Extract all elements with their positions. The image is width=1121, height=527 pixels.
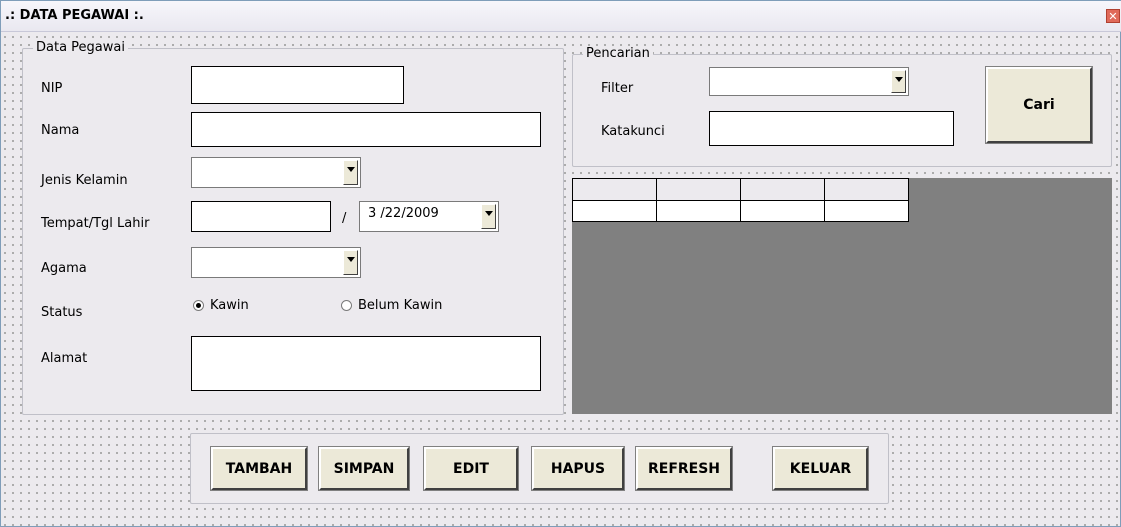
tanggal-lahir-picker[interactable]: 3 /22/2009 bbox=[359, 201, 499, 232]
grid-header-cell[interactable] bbox=[656, 178, 741, 201]
status-belum-kawin-label: Belum Kawin bbox=[358, 298, 443, 313]
alamat-label: Alamat bbox=[41, 351, 88, 366]
chevron-down-icon[interactable] bbox=[891, 70, 906, 93]
data-grid-table bbox=[572, 178, 909, 222]
data-grid[interactable] bbox=[572, 178, 1112, 414]
tambah-button[interactable]: TAMBAH bbox=[210, 446, 308, 491]
nip-input[interactable] bbox=[191, 66, 404, 104]
status-belum-kawin-radio[interactable]: Belum Kawin bbox=[341, 298, 442, 313]
tanggal-lahir-value: 3 /22/2009 bbox=[368, 206, 439, 221]
status-kawin-label: Kawin bbox=[210, 298, 249, 313]
chevron-down-icon[interactable] bbox=[343, 160, 358, 185]
title-bar[interactable]: .: DATA PEGAWAI :. ✕ bbox=[1, 1, 1121, 32]
agama-select[interactable] bbox=[191, 247, 361, 278]
jenis-kelamin-label: Jenis Kelamin bbox=[41, 173, 128, 188]
edit-button[interactable]: EDIT bbox=[423, 446, 519, 491]
data-pegawai-legend: Data Pegawai bbox=[33, 40, 128, 55]
grid-cell[interactable] bbox=[824, 200, 909, 222]
filter-label: Filter bbox=[601, 81, 634, 96]
grid-header-cell[interactable] bbox=[824, 178, 909, 201]
nama-input[interactable] bbox=[191, 112, 541, 147]
hapus-button[interactable]: HAPUS bbox=[531, 446, 625, 491]
nip-label: NIP bbox=[41, 81, 63, 96]
status-kawin-radio[interactable]: Kawin bbox=[193, 298, 249, 313]
grid-cell[interactable] bbox=[656, 200, 741, 222]
window-title: .: DATA PEGAWAI :. bbox=[5, 8, 144, 23]
data-pegawai-window: .: DATA PEGAWAI :. ✕ Data Pegawai NIP Na… bbox=[0, 0, 1121, 527]
date-separator: / bbox=[342, 211, 347, 226]
tempat-tgl-lahir-label: Tempat/Tgl Lahir bbox=[41, 216, 150, 231]
cari-button[interactable]: Cari bbox=[985, 66, 1093, 144]
grid-cell[interactable] bbox=[740, 200, 825, 222]
grid-header-row bbox=[572, 178, 909, 201]
filter-select[interactable] bbox=[709, 67, 909, 96]
grid-header-cell[interactable] bbox=[572, 178, 657, 201]
chevron-down-icon[interactable] bbox=[481, 204, 496, 229]
nama-label: Nama bbox=[41, 123, 80, 138]
katakunci-label: Katakunci bbox=[601, 124, 665, 139]
pencarian-legend: Pencarian bbox=[583, 46, 653, 61]
katakunci-input[interactable] bbox=[709, 111, 954, 146]
table-row[interactable] bbox=[572, 200, 909, 222]
jenis-kelamin-select[interactable] bbox=[191, 157, 361, 188]
chevron-down-icon[interactable] bbox=[343, 250, 358, 275]
simpan-button[interactable]: SIMPAN bbox=[318, 446, 410, 491]
agama-label: Agama bbox=[41, 261, 87, 276]
tempat-lahir-input[interactable] bbox=[191, 201, 331, 232]
alamat-textarea[interactable] bbox=[191, 336, 541, 391]
radio-unselected-icon[interactable] bbox=[341, 300, 352, 311]
keluar-button[interactable]: KELUAR bbox=[772, 446, 869, 491]
grid-header-cell[interactable] bbox=[740, 178, 825, 201]
grid-cell[interactable] bbox=[572, 200, 657, 222]
refresh-button[interactable]: REFRESH bbox=[635, 446, 733, 491]
status-label: Status bbox=[41, 305, 83, 320]
radio-selected-icon[interactable] bbox=[193, 300, 204, 311]
close-icon[interactable]: ✕ bbox=[1106, 9, 1120, 23]
